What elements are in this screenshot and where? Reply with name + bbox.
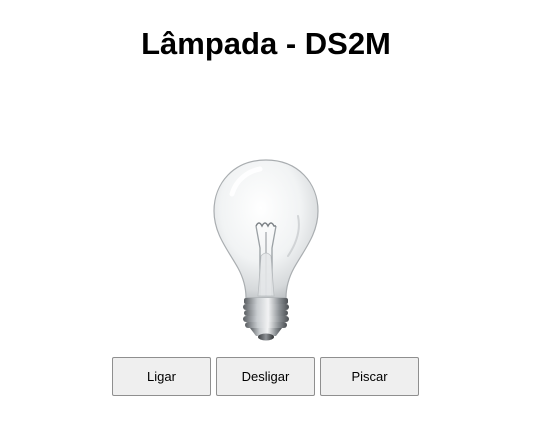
light-bulb-icon	[213, 159, 319, 341]
page-title: Lâmpada - DS2M	[141, 26, 391, 61]
turn-off-button[interactable]: Desligar	[216, 357, 315, 396]
page: Lâmpada - DS2M Ligar Desligar Piscar	[0, 0, 552, 444]
control-buttons: Ligar Desligar Piscar	[112, 357, 419, 396]
blink-button[interactable]: Piscar	[320, 357, 419, 396]
turn-on-button[interactable]: Ligar	[112, 357, 211, 396]
